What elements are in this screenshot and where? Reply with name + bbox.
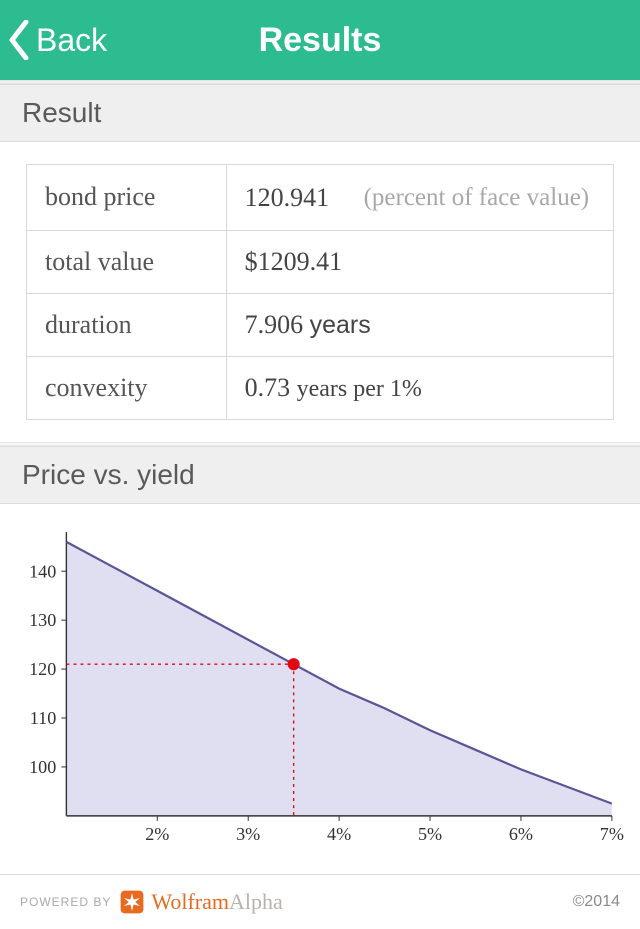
copyright: ©2014 [573,893,620,911]
section-header-chart: Price vs. yield [0,446,640,504]
section-header-result: Result [0,84,640,142]
svg-text:140: 140 [29,561,56,581]
svg-text:120: 120 [29,659,56,679]
cell-value: 7.906 years [226,293,613,356]
table-row: bond price 120.941 (percent of face valu… [27,165,614,231]
result-table: bond price 120.941 (percent of face valu… [26,164,614,420]
chevron-left-icon [8,20,30,60]
svg-text:7%: 7% [600,824,624,844]
svg-text:5%: 5% [418,824,442,844]
back-button[interactable]: Back [0,20,107,60]
cell-value: $1209.41 [226,230,613,293]
cell-label: convexity [27,356,227,419]
value-text: 7.906 [245,310,304,339]
navbar: Back Results [0,0,640,80]
cell-label: total value [27,230,227,293]
svg-text:4%: 4% [327,824,351,844]
back-label: Back [36,22,107,59]
table-row: total value $1209.41 [27,230,614,293]
cell-value: 120.941 (percent of face value) [226,165,613,231]
value-text: 0.73 [245,373,291,402]
svg-text:110: 110 [30,708,56,728]
powered-by-label: POWERED BY [20,895,111,909]
cell-label: duration [27,293,227,356]
cell-value: 0.73 years per 1% [226,356,613,419]
svg-text:2%: 2% [145,824,169,844]
chart-container: 100 110 120 130 140 2% 3% 4% 5% 6% 7% [0,504,640,874]
table-row: convexity 0.73 years per 1% [27,356,614,419]
wolfram-icon [119,889,145,915]
value-annotation: (percent of face value) [364,182,590,213]
value-text: 120.941 [245,183,330,213]
footer: POWERED BY WolframAlpha ©2014 [0,874,640,929]
value-unit: years per 1% [297,376,422,402]
svg-text:3%: 3% [236,824,260,844]
wolfram-alpha-text: WolframAlpha [151,889,282,915]
svg-text:100: 100 [29,757,56,777]
svg-text:6%: 6% [509,824,533,844]
table-row: duration 7.906 years [27,293,614,356]
value-unit: years [310,311,371,339]
result-table-wrap: bond price 120.941 (percent of face valu… [0,142,640,442]
cell-label: bond price [27,165,227,231]
price-vs-yield-chart: 100 110 120 130 140 2% 3% 4% 5% 6% 7% [8,522,632,854]
wolfram-alpha-logo[interactable]: WolframAlpha [119,889,282,915]
svg-text:130: 130 [29,610,56,630]
